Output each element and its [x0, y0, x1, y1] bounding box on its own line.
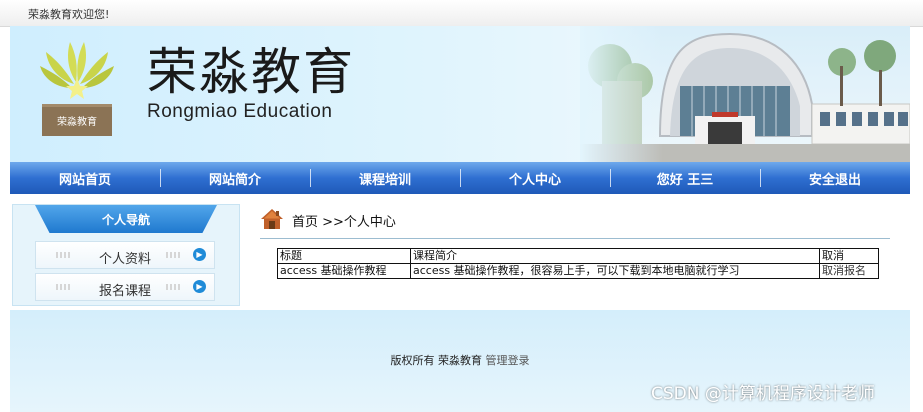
main-nav: 网站首页 网站简介 课程培训 个人中心 您好 王三 安全退出 [10, 162, 910, 194]
breadcrumb-divider [260, 238, 890, 239]
column-header-cancel: 取消 [819, 248, 879, 264]
emblem-label: 荣淼教育 [57, 115, 97, 128]
cancel-enrollment-link[interactable]: 取消报名 [819, 263, 879, 279]
arrow-right-circle-icon: ▶ [193, 280, 206, 293]
copyright-text: 版权所有 荣淼教育 [390, 354, 483, 367]
nav-user-greeting[interactable]: 您好 王三 [610, 162, 760, 194]
column-header-title: 标题 [277, 248, 411, 264]
main-content: 个人导航 个人资料 ▶ 报名课程 ▶ 首页 >>个人中心 标题 课程简介 取消 … [10, 194, 910, 310]
sidebar-title: 个人导航 [35, 205, 217, 233]
table-row: access 基础操作教程 access 基础操作教程，很容易上手，可以下载到本… [277, 263, 879, 279]
home-icon [261, 209, 283, 229]
admin-login-link[interactable]: 管理登录 [486, 354, 530, 367]
sidebar-item-label: 报名课程 [98, 284, 151, 299]
csdn-watermark: CSDN @计算机程序设计老师 [651, 384, 875, 404]
dots-decoration [166, 252, 180, 258]
welcome-text: 荣淼教育欢迎您! [28, 8, 110, 21]
breadcrumb: 首页 >>个人中心 [292, 215, 396, 230]
nav-personal-center[interactable]: 个人中心 [460, 162, 610, 194]
nav-logout[interactable]: 安全退出 [760, 162, 910, 194]
site-header: 荣淼教育 荣淼教育 Rongmiao Education [10, 26, 910, 162]
enrolled-courses-table: 标题 课程简介 取消 access 基础操作教程 access 基础操作教程，很… [277, 248, 879, 279]
site-footer: 版权所有 荣淼教育 管理登录 CSDN @计算机程序设计老师 [10, 310, 910, 412]
sidebar-item-enrolled-courses[interactable]: 报名课程 ▶ [35, 273, 215, 301]
welcome-bar: 荣淼教育欢迎您! [0, 0, 923, 27]
footer-text: 版权所有 荣淼教育 管理登录 [10, 352, 910, 368]
table-header-row: 标题 课程简介 取消 [277, 248, 879, 264]
cell-course-intro: access 基础操作教程，很容易上手，可以下载到本地电脑就行学习 [410, 263, 820, 279]
column-header-intro: 课程简介 [410, 248, 820, 264]
site-title: 荣淼教育 [147, 43, 355, 101]
school-emblem-logo: 荣淼教育 [40, 42, 114, 136]
nav-about[interactable]: 网站简介 [160, 162, 310, 194]
dots-decoration [166, 284, 180, 290]
nav-courses[interactable]: 课程培训 [310, 162, 460, 194]
cell-course-title: access 基础操作教程 [277, 263, 411, 279]
arrow-right-circle-icon: ▶ [193, 248, 206, 261]
site-subtitle: Rongmiao Education [147, 101, 333, 122]
nav-home[interactable]: 网站首页 [10, 162, 160, 194]
personal-sidebar: 个人导航 个人资料 ▶ 报名课程 ▶ [12, 204, 240, 306]
sidebar-item-label: 个人资料 [98, 252, 151, 267]
sidebar-item-profile[interactable]: 个人资料 ▶ [35, 241, 215, 269]
campus-building-image [580, 26, 910, 162]
